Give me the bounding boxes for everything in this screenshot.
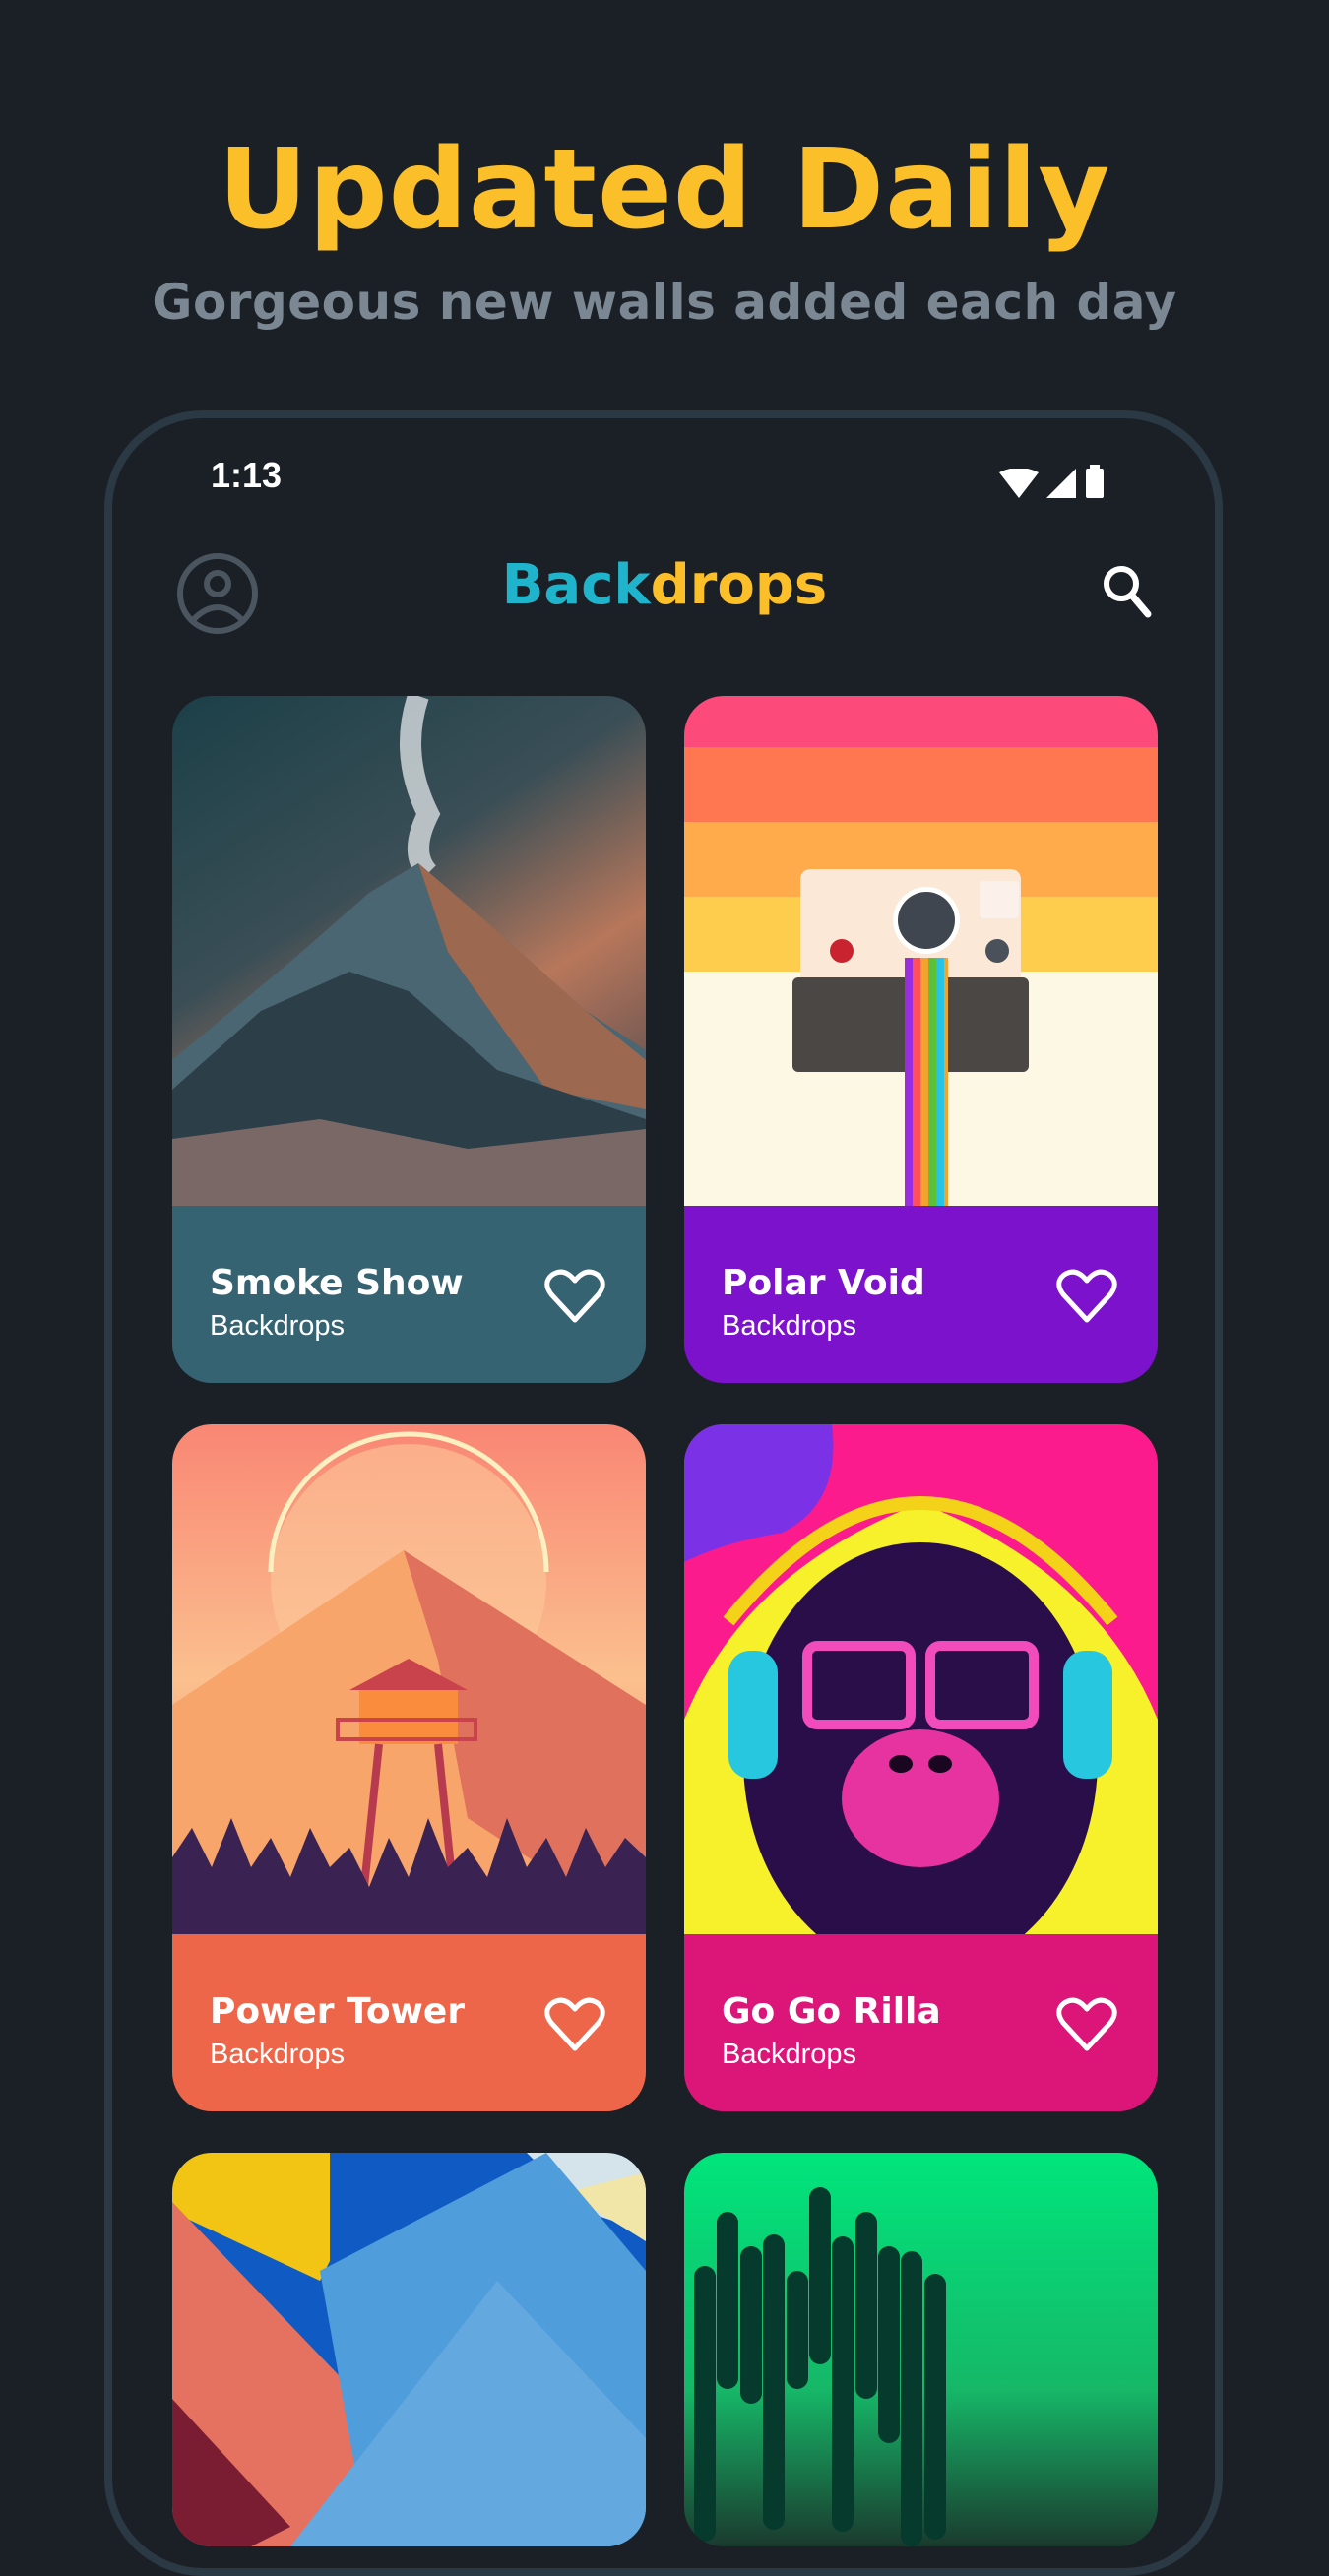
wallpaper-image[interactable]	[172, 2153, 646, 2546]
wallpaper-card[interactable]	[172, 2153, 646, 2546]
signal-icon	[1046, 469, 1076, 498]
heart-icon[interactable]	[1056, 1997, 1117, 2052]
status-time: 1:13	[211, 455, 283, 495]
card-title: Go Go Rilla	[722, 1991, 941, 2032]
battery-icon	[1086, 465, 1104, 498]
wallpaper-image[interactable]	[172, 696, 646, 1206]
card-footer: Power Tower Backdrops	[172, 1934, 646, 2111]
card-subtitle: Backdrops	[722, 1310, 857, 1342]
wallpaper-card[interactable]: Smoke Show Backdrops	[172, 696, 646, 1383]
wallpaper-card[interactable]	[684, 2153, 1158, 2546]
wallpaper-image[interactable]	[684, 2153, 1158, 2546]
card-footer: Go Go Rilla Backdrops	[684, 1934, 1158, 2111]
promo-title: Updated Daily	[218, 126, 1111, 254]
card-footer: Smoke Show Backdrops	[172, 1206, 646, 1383]
card-title: Smoke Show	[210, 1263, 464, 1303]
status-icons	[999, 465, 1106, 498]
heart-icon[interactable]	[544, 1997, 605, 2052]
wallpaper-card[interactable]: Power Tower Backdrops	[172, 1424, 646, 2111]
card-subtitle: Backdrops	[722, 2039, 857, 2070]
card-title: Power Tower	[210, 1991, 466, 2032]
card-subtitle: Backdrops	[210, 1310, 346, 1342]
wallpaper-image[interactable]	[172, 1424, 646, 1934]
wallpaper-image[interactable]	[684, 696, 1158, 1206]
wallpaper-card[interactable]: Polar Void Backdrops	[684, 696, 1158, 1383]
promo-subtitle: Gorgeous new walls added each day	[152, 274, 1177, 331]
card-footer: Polar Void Backdrops	[684, 1206, 1158, 1383]
search-icon[interactable]	[1101, 563, 1154, 620]
wifi-icon	[999, 469, 1039, 498]
wallpaper-image[interactable]	[684, 1424, 1158, 1934]
card-title: Polar Void	[722, 1263, 925, 1303]
heart-icon[interactable]	[1056, 1269, 1117, 1324]
app-title-part1: Back	[501, 553, 651, 617]
wallpaper-card[interactable]: Go Go Rilla Backdrops	[684, 1424, 1158, 2111]
heart-icon[interactable]	[544, 1269, 605, 1324]
app-title-part2: drops	[650, 553, 828, 617]
card-subtitle: Backdrops	[210, 2039, 346, 2070]
